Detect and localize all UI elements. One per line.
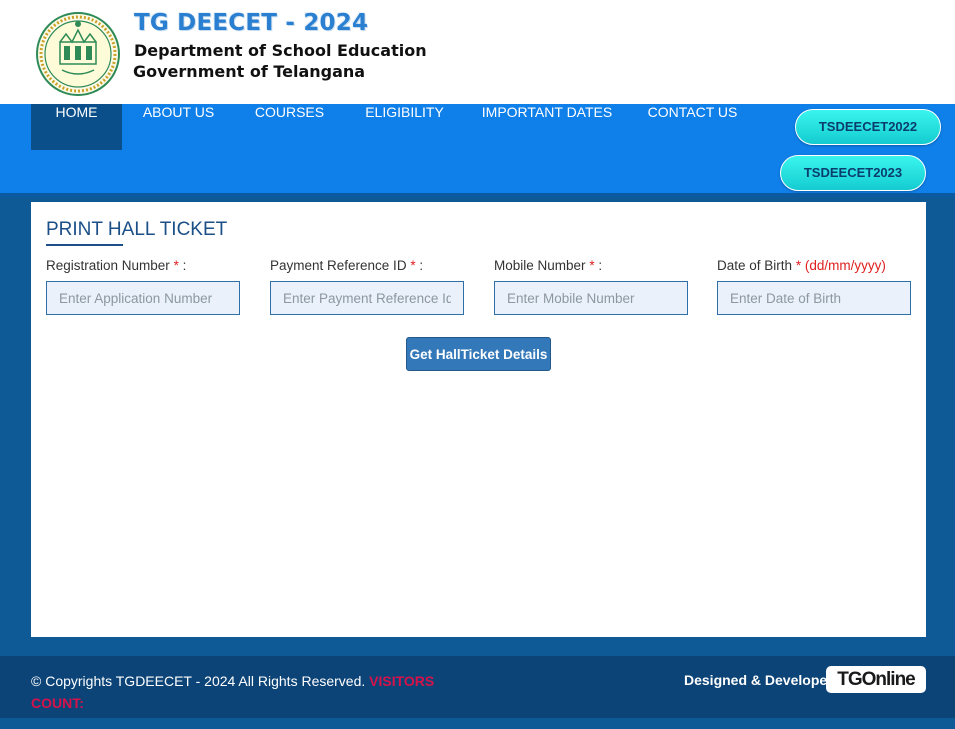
registration-number-input[interactable] [46, 281, 240, 315]
nav-eligibility[interactable]: ELIGIBILITY [358, 104, 451, 150]
department-name: Department of School Education [134, 41, 427, 60]
registration-number-label: Registration Number * : [46, 258, 187, 273]
tgonline-logo[interactable]: TGOnline [826, 666, 926, 693]
site-header: TG DEECET - 2024 Department of School Ed… [0, 0, 955, 104]
nav-courses[interactable]: COURSES [250, 104, 329, 150]
payment-reference-input[interactable] [270, 281, 464, 315]
nav-about-us[interactable]: ABOUT US [136, 104, 221, 150]
payment-reference-label: Payment Reference ID * : [270, 258, 424, 273]
government-name: Government of Telangana [133, 62, 366, 81]
title-underline [46, 244, 123, 246]
nav-contact-us[interactable]: CONTACT US [643, 104, 742, 150]
date-of-birth-input[interactable] [717, 281, 911, 315]
nav-home[interactable]: HOME [31, 104, 122, 150]
telangana-emblem-icon [36, 12, 120, 96]
site-title: TG DEECET - 2024 [134, 10, 369, 36]
main-nav: HOME ABOUT US COURSES ELIGIBILITY IMPORT… [0, 104, 955, 197]
mobile-number-label: Mobile Number * : [494, 258, 603, 273]
tsdeecet2022-button[interactable]: TSDEECET2022 [795, 109, 941, 145]
mobile-number-input[interactable] [494, 281, 688, 315]
page-title: PRINT HALL TICKET [46, 219, 228, 240]
site-footer: © Copyrights TGDEECET - 2024 All Rights … [0, 656, 955, 729]
get-hallticket-button[interactable]: Get HallTicket Details [406, 337, 551, 371]
nav-important-dates[interactable]: IMPORTANT DATES [480, 104, 614, 150]
date-of-birth-label: Date of Birth * (dd/mm/yyyy) [717, 258, 886, 273]
tsdeecet2023-button[interactable]: TSDEECET2023 [780, 155, 926, 191]
hall-ticket-panel: PRINT HALL TICKET Registration Number * … [31, 202, 926, 637]
footer-bottom-bar [0, 718, 955, 729]
